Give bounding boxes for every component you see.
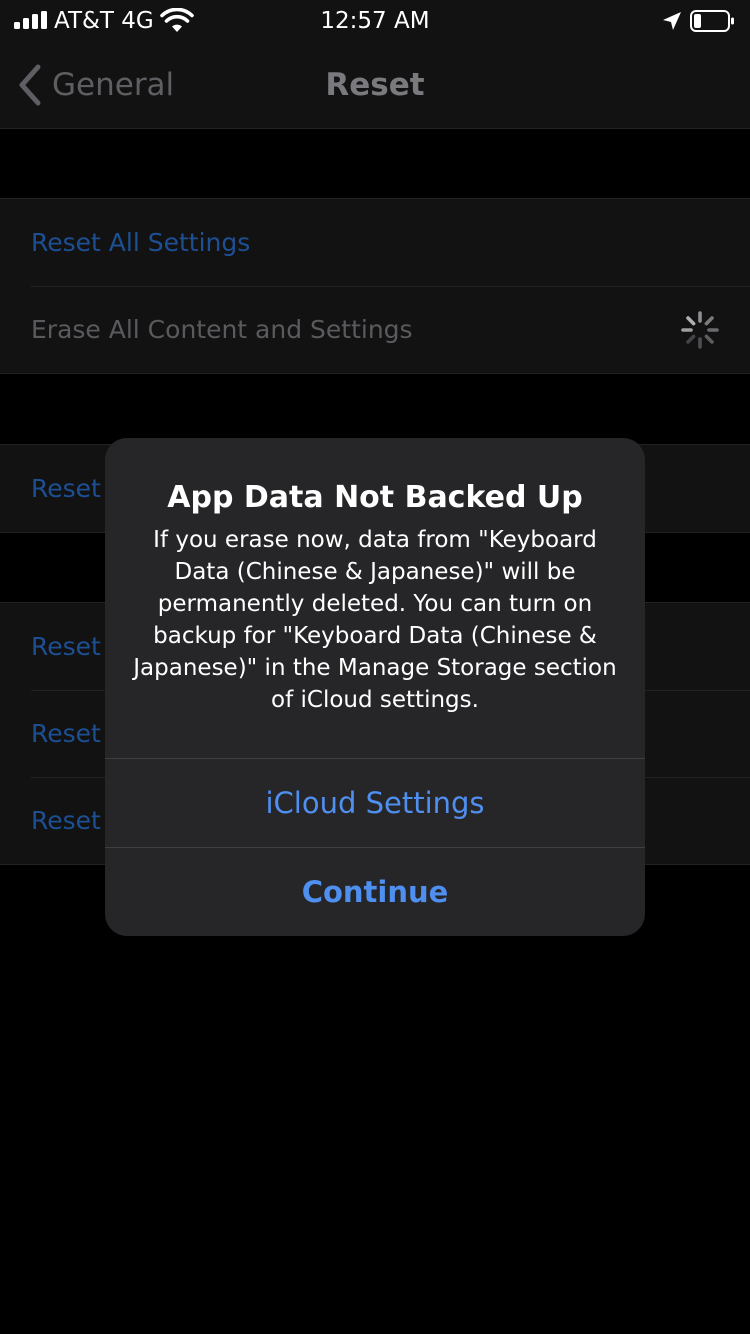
alert-message: If you erase now, data from "Keyboard Da…	[133, 527, 617, 713]
icloud-settings-button[interactable]: iCloud Settings	[105, 758, 645, 847]
back-button[interactable]: General	[14, 60, 174, 110]
alert-dialog: App Data Not Backed Up If you erase now,…	[105, 438, 645, 936]
spinner-icon	[681, 311, 719, 349]
erase-all-content-label: Erase All Content and Settings	[31, 315, 413, 344]
back-label: General	[52, 67, 175, 103]
erase-all-content-row[interactable]: Erase All Content and Settings	[0, 286, 750, 373]
battery-icon	[690, 10, 734, 32]
reset-group-primary: Reset All Settings Erase All Content and…	[0, 198, 750, 374]
location-arrow-icon	[663, 12, 681, 30]
continue-button[interactable]: Continue	[105, 847, 645, 936]
chevron-left-icon	[19, 64, 41, 106]
navigation-bar: Reset General	[0, 42, 750, 129]
reset-all-settings-row[interactable]: Reset All Settings	[0, 199, 750, 286]
status-bar: AT&T 4G 12:57 AM	[0, 0, 750, 42]
clock: 12:57 AM	[320, 8, 430, 34]
alert-title: App Data Not Backed Up	[167, 480, 583, 515]
